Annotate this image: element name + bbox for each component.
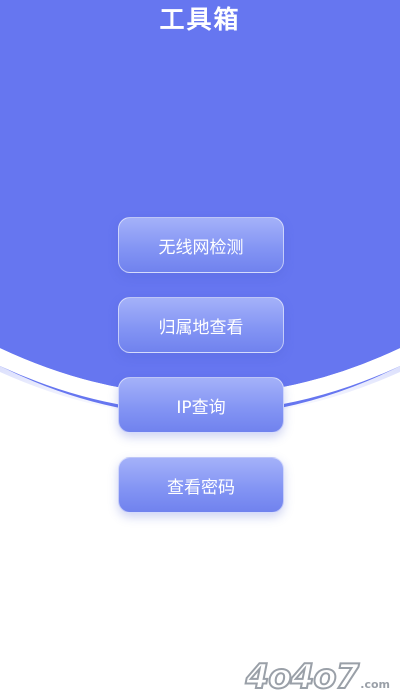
watermark-logo: 4o4o7 .com: [245, 657, 390, 697]
wifi-check-button[interactable]: 无线网检测: [118, 217, 284, 273]
view-password-button[interactable]: 查看密码: [118, 457, 284, 513]
location-lookup-button[interactable]: 归属地查看: [118, 297, 284, 353]
ip-lookup-button[interactable]: IP查询: [118, 377, 284, 433]
watermark-text: 4o4o7: [245, 657, 361, 697]
page-title: 工具箱: [159, 5, 241, 34]
watermark-domain: .com: [360, 678, 390, 691]
